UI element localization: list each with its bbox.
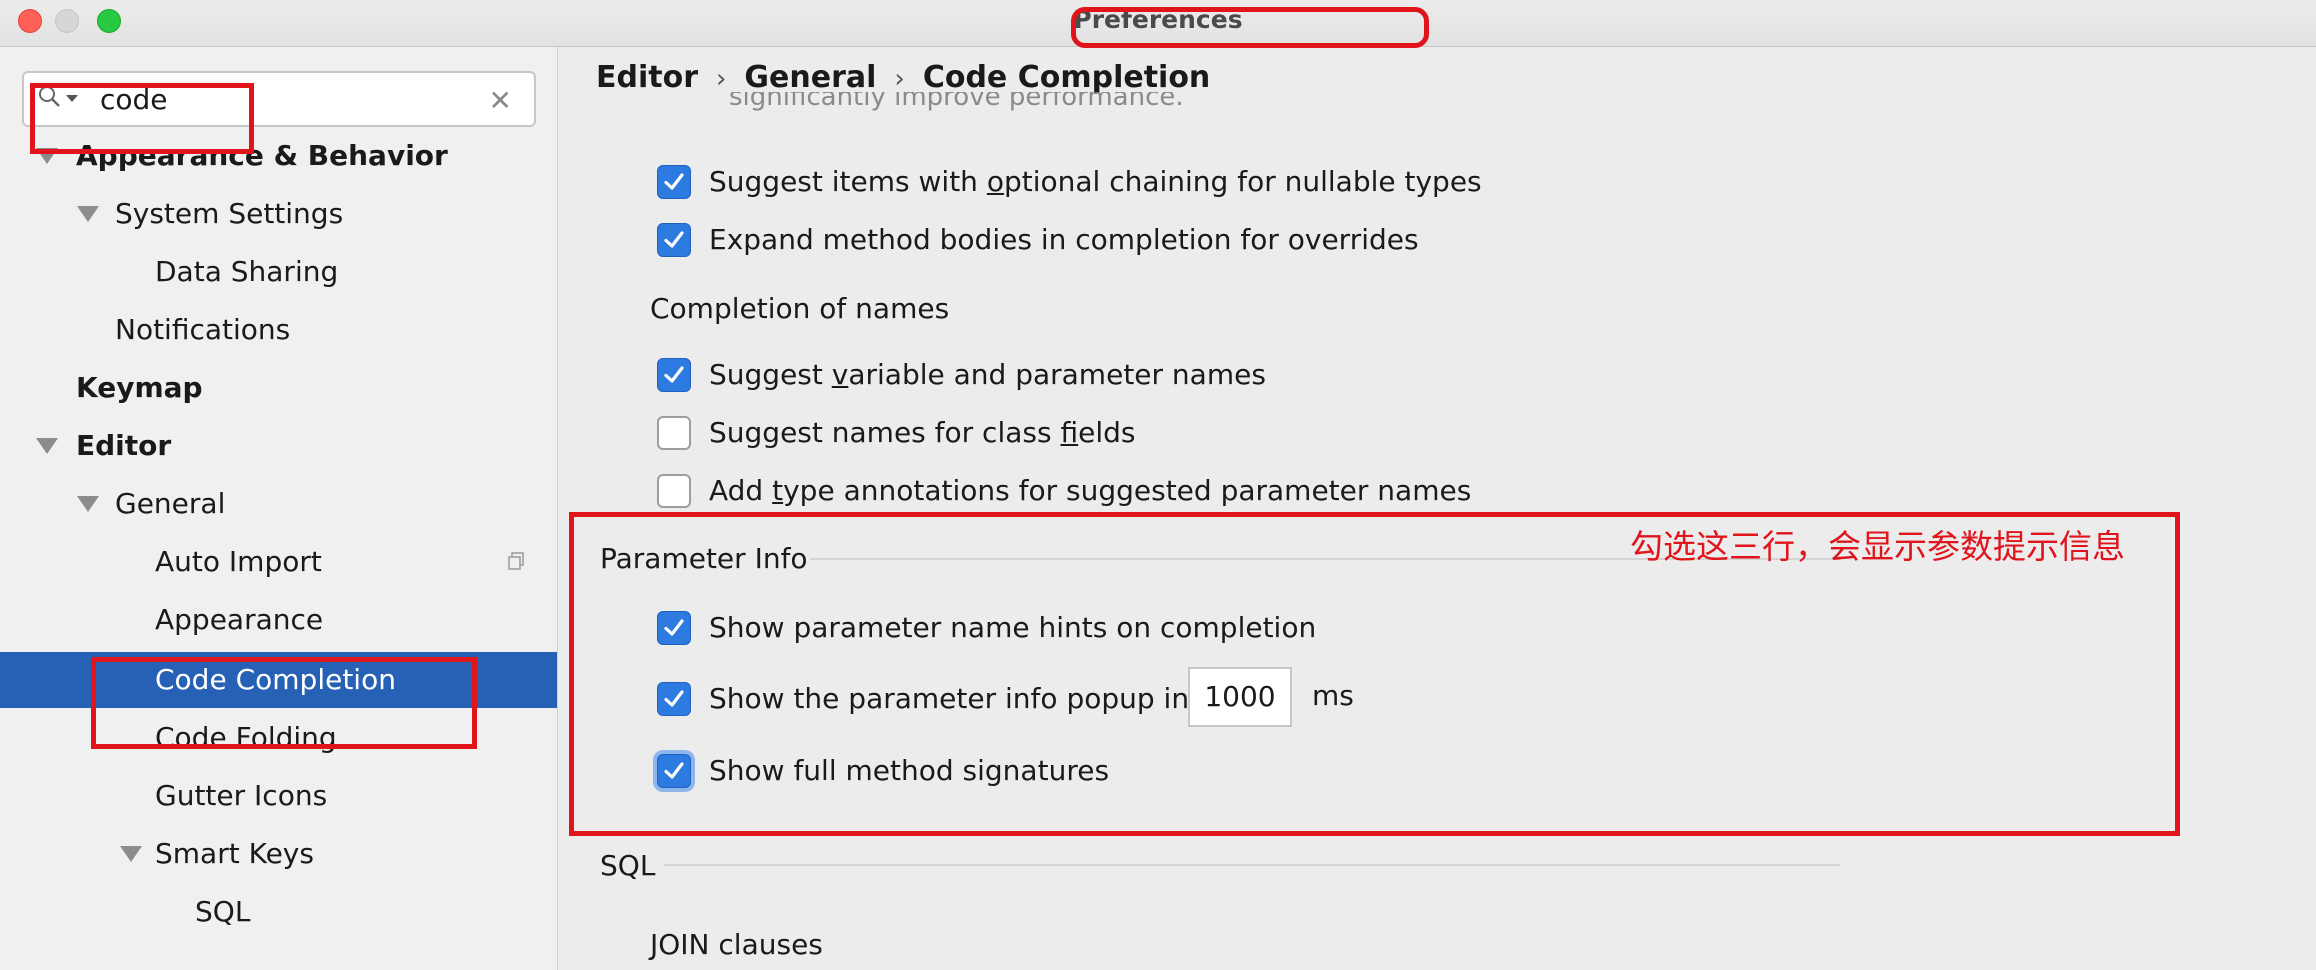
breadcrumb: Editor › General › Code Completion	[596, 60, 1210, 95]
checkbox[interactable]	[657, 358, 691, 392]
sidebar-item-label: General	[115, 487, 226, 520]
option-label: Suggest variable and parameter names	[709, 358, 1266, 391]
sidebar-item-system-settings[interactable]: System Settings	[0, 186, 557, 242]
section-completion-of-names: Completion of names	[650, 292, 950, 325]
section-divider	[664, 864, 1840, 866]
clear-search-icon[interactable]: ✕	[489, 87, 512, 115]
sidebar-item-appearance[interactable]: Appearance	[0, 592, 557, 648]
checkbox[interactable]	[657, 474, 691, 508]
annotation-box-code-completion	[91, 657, 477, 749]
settings-sidebar: code ✕ Appearance & Behavior System Setti…	[0, 47, 558, 970]
option-label: Suggest items with optional chaining for…	[709, 165, 1482, 198]
chevron-right-icon: ›	[716, 64, 727, 94]
option-label: Suggest names for class fields	[709, 416, 1136, 449]
section-sql: SQL	[600, 849, 656, 882]
sidebar-item-label: Smart Keys	[155, 837, 314, 870]
sidebar-item-general[interactable]: General	[0, 476, 557, 532]
sidebar-item-label: Keymap	[76, 371, 203, 404]
option-label: Add type annotations for suggested param…	[709, 474, 1472, 507]
sidebar-item-gutter-icons[interactable]: Gutter Icons	[0, 768, 557, 824]
annotation-note: 勾选这三行，会显示参数提示信息	[1630, 527, 2125, 566]
sidebar-item-label: SQL	[195, 895, 251, 928]
sidebar-item-smart-keys[interactable]: Smart Keys	[0, 826, 557, 882]
sidebar-item-label: Editor	[76, 429, 172, 462]
expand-triangle-icon[interactable]	[120, 846, 142, 862]
chevron-right-icon: ›	[894, 64, 905, 94]
sidebar-item-label: System Settings	[115, 197, 344, 230]
sidebar-item-data-sharing[interactable]: Data Sharing	[0, 244, 557, 300]
breadcrumb-general[interactable]: General	[744, 60, 876, 95]
sidebar-item-label: Appearance	[155, 603, 324, 636]
section-join-clauses: JOIN clauses	[650, 928, 823, 961]
project-settings-copy-icon	[508, 552, 524, 570]
sidebar-item-sql[interactable]: SQL	[0, 884, 557, 940]
sidebar-item-label: Notifications	[115, 313, 291, 346]
sidebar-item-editor[interactable]: Editor	[0, 418, 557, 474]
checkbox[interactable]	[657, 223, 691, 257]
sidebar-item-label: Gutter Icons	[155, 779, 328, 812]
sidebar-item-auto-import[interactable]: Auto Import	[0, 534, 557, 590]
checkbox[interactable]	[657, 416, 691, 450]
checkbox[interactable]	[657, 165, 691, 199]
sidebar-item-keymap[interactable]: Keymap	[0, 360, 557, 416]
clipped-description: significantly improve performance.	[729, 92, 1184, 112]
breadcrumb-editor[interactable]: Editor	[596, 60, 698, 95]
expand-triangle-icon[interactable]	[77, 496, 99, 512]
annotation-box-search	[30, 83, 254, 154]
option-label: Expand method bodies in completion for o…	[709, 223, 1419, 256]
breadcrumb-code-completion: Code Completion	[922, 60, 1211, 95]
sidebar-item-label: Data Sharing	[155, 255, 339, 288]
annotation-box-title	[1071, 7, 1429, 48]
sidebar-item-notifications[interactable]: Notifications	[0, 302, 557, 358]
sidebar-item-label: Auto Import	[155, 545, 322, 578]
expand-triangle-icon[interactable]	[36, 438, 58, 454]
expand-triangle-icon[interactable]	[77, 206, 99, 222]
